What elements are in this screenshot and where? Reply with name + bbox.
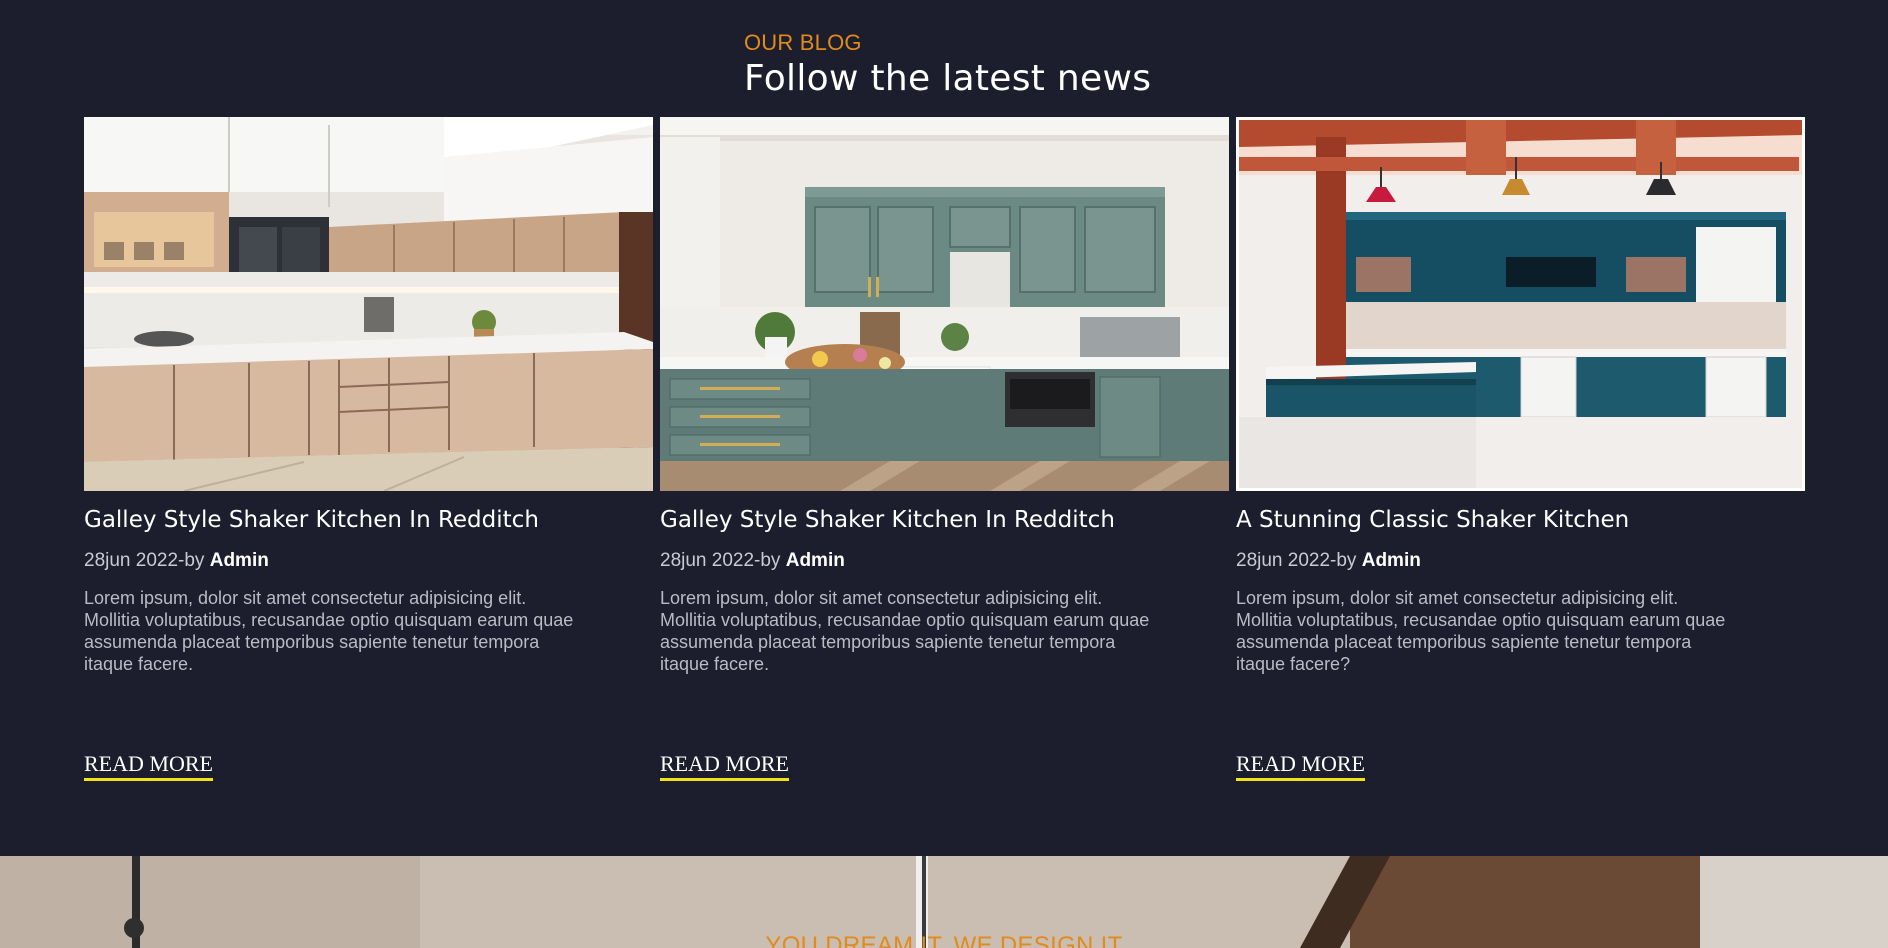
blog-section: OUR BLOG Follow the latest news Galley S… xyxy=(0,0,1888,856)
post-meta: 28jun 2022-by Admin xyxy=(660,550,845,572)
post-meta: 28jun 2022-by Admin xyxy=(84,550,269,572)
section-heading: Follow the latest news xyxy=(744,58,1152,99)
hero-banner: YOU DREAM IT, WE DESIGN IT xyxy=(0,856,1888,948)
read-more-link[interactable]: READ MORE xyxy=(660,751,789,781)
post-meta: 28jun 2022-by Admin xyxy=(1236,550,1421,572)
post-excerpt: Lorem ipsum, dolor sit amet consectetur … xyxy=(1236,588,1726,674)
read-more-link[interactable]: READ MORE xyxy=(1236,751,1365,781)
post-title[interactable]: Galley Style Shaker Kitchen In Redditch xyxy=(660,507,1115,533)
post-author[interactable]: Admin xyxy=(1362,550,1421,571)
post-author[interactable]: Admin xyxy=(210,550,269,571)
kitchen-photo-sage[interactable] xyxy=(660,117,1229,491)
post-title[interactable]: A Stunning Classic Shaker Kitchen xyxy=(1236,507,1629,533)
post-excerpt: Lorem ipsum, dolor sit amet consectetur … xyxy=(660,588,1150,674)
post-date: 28jun 2022-by xyxy=(84,550,210,571)
post-title[interactable]: Galley Style Shaker Kitchen In Redditch xyxy=(84,507,539,533)
blog-card: Galley Style Shaker Kitchen In Redditch … xyxy=(84,117,653,781)
post-author[interactable]: Admin xyxy=(786,550,845,571)
kitchen-photo-beige[interactable] xyxy=(84,117,653,491)
hero-tagline: YOU DREAM IT, WE DESIGN IT xyxy=(765,932,1123,948)
post-date: 28jun 2022-by xyxy=(1236,550,1362,571)
post-date: 28jun 2022-by xyxy=(660,550,786,571)
blog-card: Galley Style Shaker Kitchen In Redditch … xyxy=(660,117,1229,781)
section-kicker: OUR BLOG xyxy=(744,30,862,55)
post-excerpt: Lorem ipsum, dolor sit amet consectetur … xyxy=(84,588,574,674)
blog-card: A Stunning Classic Shaker Kitchen 28jun … xyxy=(1236,117,1805,781)
read-more-link[interactable]: READ MORE xyxy=(84,751,213,781)
kitchen-photo-teal[interactable] xyxy=(1236,117,1805,491)
